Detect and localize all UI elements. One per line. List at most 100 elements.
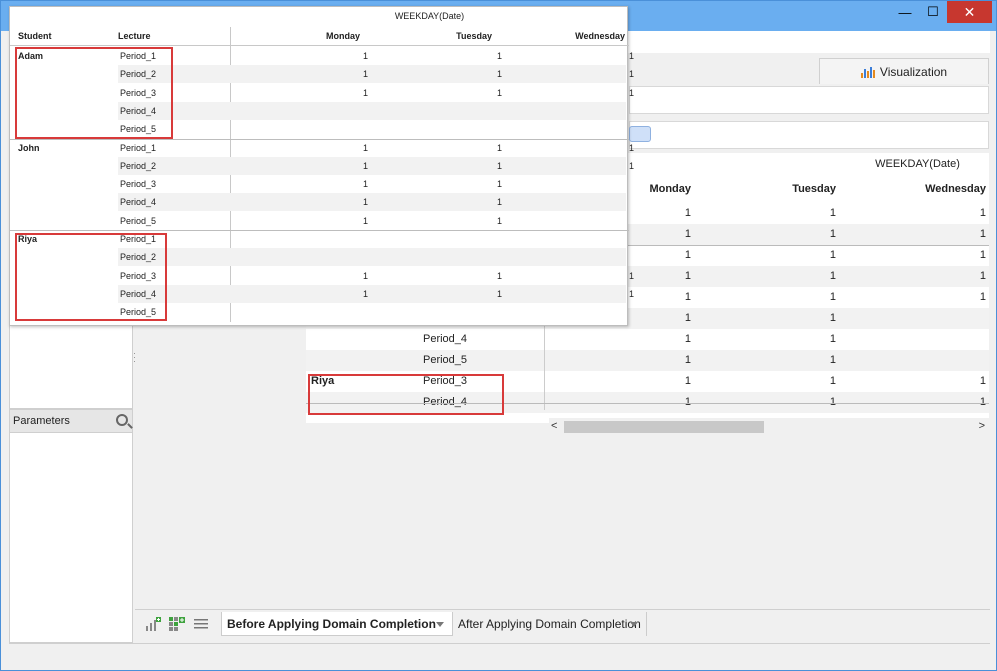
table-row: Period_5 [118, 303, 626, 321]
search-icon[interactable] [116, 414, 128, 426]
column-header-monday: Monday [325, 31, 360, 41]
value-cell-wednesday: 1 [628, 288, 634, 299]
minimize-button[interactable]: — [891, 1, 919, 23]
value-cell-monday: 1 [362, 142, 368, 153]
chevron-down-icon[interactable] [630, 622, 638, 627]
crosstab-preview: WEEKDAY(Date) Student Lecture Monday Tue… [9, 6, 634, 326]
table-row: Period_4 1 1 1 [118, 284, 634, 303]
tab-before-domain-completion[interactable]: Before Applying Domain Completion [221, 612, 453, 636]
highlight-box [15, 47, 173, 139]
tab-visualization-label: Visualization [879, 64, 948, 79]
value-cell-monday: 1 [362, 288, 368, 299]
value-cell-tuesday: 1 [496, 51, 502, 61]
parameters-list [9, 433, 133, 643]
popup-column-group-title: WEEKDAY(Date) [394, 11, 465, 21]
value-cell-tuesday: 1 [829, 375, 836, 387]
lecture-cell: Period_1 [120, 142, 157, 153]
value-cell-tuesday: 1 [829, 249, 836, 261]
table-row: Period_2 1 1 1 [118, 156, 634, 175]
value-cell-tuesday: 1 [496, 270, 502, 281]
maximize-button[interactable]: ☐ [919, 1, 947, 23]
scroll-left-icon[interactable]: < [551, 420, 557, 432]
value-cell-monday: 1 [362, 160, 368, 171]
value-cell-tuesday: 1 [496, 142, 502, 153]
value-cell-tuesday: 1 [496, 69, 502, 80]
value-cell-tuesday: 1 [496, 179, 502, 190]
value-cell-monday: 1 [684, 354, 691, 366]
value-cell-tuesday: 1 [829, 291, 836, 303]
value-cell-monday: 1 [362, 215, 368, 226]
table-row: Period_4 [118, 101, 626, 120]
table-row: Period_2 1 1 1 [118, 65, 634, 84]
column-header-monday: Monday [649, 183, 691, 195]
highlight-box [15, 233, 167, 321]
value-cell-monday: 1 [684, 228, 691, 240]
panel-splitter[interactable]: · · · [133, 349, 138, 366]
table-row: Period_5 [118, 120, 626, 138]
value-cell-monday: 1 [684, 207, 691, 219]
chevron-down-icon[interactable] [436, 622, 444, 627]
table-row: Period_3 1 1 1 [118, 84, 634, 102]
close-icon: ✕ [963, 3, 976, 20]
student-label: John [18, 142, 40, 153]
table-row: Period_5 1 1 [118, 212, 626, 230]
value-cell-tuesday: 1 [829, 354, 836, 366]
tab-visualization[interactable]: Visualization [819, 58, 989, 84]
value-cell-wednesday: 1 [979, 249, 986, 261]
close-button[interactable]: ✕ [947, 1, 992, 23]
value-cell-wednesday: 1 [628, 270, 634, 281]
parameters-title: Parameters [13, 415, 70, 427]
table-row: Period_5 1 1 [306, 350, 989, 371]
value-cell-wednesday [946, 350, 986, 371]
value-cell-tuesday: 1 [829, 333, 836, 345]
scroll-right-icon[interactable]: > [979, 420, 985, 432]
value-cell-monday: 1 [362, 197, 368, 208]
value-cell-wednesday [946, 329, 986, 350]
column-header-tuesday: Tuesday [792, 183, 836, 195]
value-cell-tuesday: 1 [829, 228, 836, 240]
column-divider [544, 320, 545, 410]
add-crosstab-icon[interactable] [169, 617, 185, 631]
lecture-cell: Period_4 [120, 197, 157, 208]
table-row: Period_1 1 1 1 [118, 47, 634, 65]
scrollbar-thumb[interactable] [564, 421, 764, 433]
horizontal-scrollbar[interactable]: < > [549, 418, 989, 436]
lecture-cell: Period_4 [423, 333, 468, 345]
tab-after-label: After Applying Domain Completion [458, 617, 641, 631]
sheet-tabs-bar: Before Applying Domain Completion After … [135, 609, 990, 637]
query-panel [629, 121, 989, 149]
column-header-wednesday: Wednesday [575, 31, 625, 41]
value-cell-monday: 1 [684, 270, 691, 282]
value-cell-monday: 1 [362, 51, 368, 61]
column-header-tuesday: Tuesday [456, 31, 492, 41]
value-cell-monday: 1 [684, 333, 691, 345]
value-cell-wednesday: 1 [979, 207, 986, 219]
column-header-student: Student [18, 31, 52, 41]
value-cell-monday: 1 [684, 312, 691, 324]
value-cell-wednesday [946, 308, 986, 329]
table-row: Period_3 1 1 [118, 175, 626, 193]
value-cell-monday: 1 [362, 69, 368, 80]
value-cell-tuesday: 1 [829, 207, 836, 219]
chart-icon [860, 66, 875, 78]
highlight-box-riya-after [308, 374, 504, 415]
table-row: Period_4 1 1 [306, 329, 989, 350]
value-cell-tuesday: 1 [496, 288, 502, 299]
value-cell-wednesday: 1 [979, 375, 986, 387]
grid-column-group-title: WEEKDAY(Date) [875, 158, 960, 170]
fields-panel [9, 321, 133, 409]
table-row: Period_2 [118, 248, 626, 267]
list-icon[interactable] [193, 617, 209, 631]
tab-after-domain-completion[interactable]: After Applying Domain Completion [453, 612, 647, 636]
value-cell-wednesday: 1 [979, 270, 986, 282]
lecture-cell: Period_2 [120, 160, 157, 171]
column-header-lecture: Lecture [118, 31, 151, 41]
add-chart-icon[interactable] [145, 617, 161, 631]
minimize-icon: — [898, 4, 912, 20]
parameters-header: Parameters [9, 409, 133, 433]
value-cell-wednesday: 1 [628, 69, 634, 80]
value-cell-monday: 1 [684, 375, 691, 387]
tab-before-label: Before Applying Domain Completion [227, 616, 436, 631]
maximize-icon: ☐ [927, 4, 939, 19]
value-cell-monday: 1 [362, 270, 368, 281]
